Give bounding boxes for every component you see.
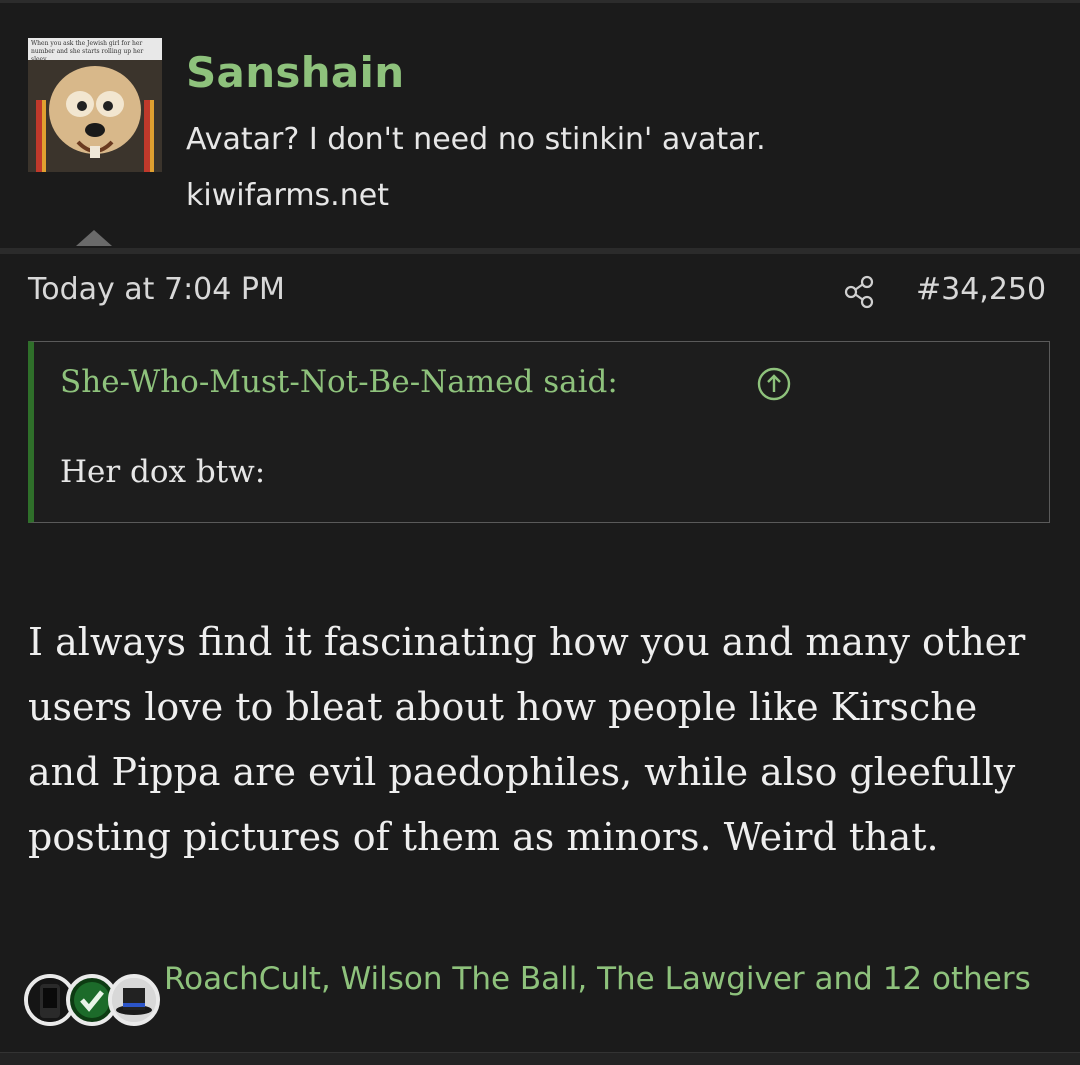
reaction-avatar[interactable] bbox=[108, 974, 160, 1026]
post-timestamp[interactable]: Today at 7:04 PM bbox=[28, 272, 285, 307]
header-divider bbox=[0, 248, 1080, 254]
share-icon[interactable] bbox=[842, 274, 878, 310]
user-title: Avatar? I don't need no stinkin' avatar. bbox=[186, 122, 766, 157]
post-number-link[interactable]: #34,250 bbox=[916, 272, 1046, 307]
user-avatar[interactable]: When you ask the Jewish girl for her num… bbox=[28, 38, 162, 172]
avatar-caption: When you ask the Jewish girl for her num… bbox=[28, 38, 162, 60]
arrow-up-circle-icon[interactable] bbox=[756, 366, 792, 402]
top-hat-icon bbox=[112, 978, 156, 1022]
collapse-arrow-icon[interactable] bbox=[76, 230, 112, 246]
user-site: kiwifarms.net bbox=[186, 178, 389, 213]
quote-text: Her dox btw: bbox=[60, 454, 266, 490]
mascot-face-image bbox=[28, 60, 162, 172]
quote-block: She-Who-Must-Not-Be-Named said: Her dox … bbox=[28, 341, 1050, 523]
post-body: I always find it fascinating how you and… bbox=[28, 620, 1026, 859]
bottom-rule bbox=[0, 1052, 1080, 1065]
reaction-users-link[interactable]: RoachCult, Wilson The Ball, The Lawgiver… bbox=[164, 954, 1044, 1005]
quote-author[interactable]: She-Who-Must-Not-Be-Named said: bbox=[60, 364, 618, 400]
top-rule bbox=[0, 0, 1080, 3]
username[interactable]: Sanshain bbox=[186, 48, 404, 97]
